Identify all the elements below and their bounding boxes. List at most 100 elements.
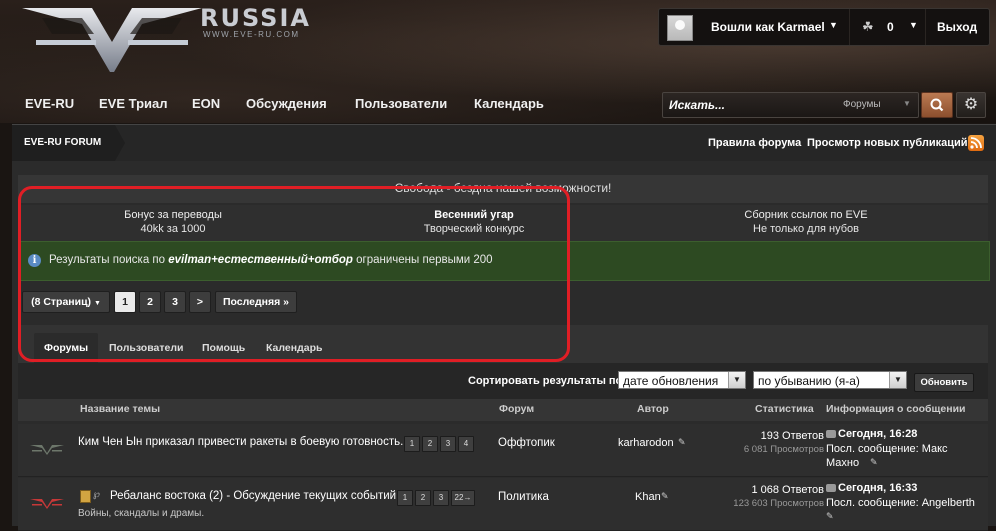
sort-order-select[interactable]: по убыванию (я-а) ▼ xyxy=(753,371,907,389)
topic-page-link[interactable]: 22→ xyxy=(451,490,475,506)
replies-count[interactable]: 1 068 Ответов xyxy=(751,484,824,496)
new-posts-link[interactable]: Просмотр новых публикаций xyxy=(807,137,968,149)
user-bar: Вошли как Karmael ▼ ☘ 0 ▼ Выход xyxy=(658,8,990,46)
table-header: Название темы Форум Автор Статистика Инф… xyxy=(18,399,988,421)
column-header-last-post[interactable]: Информация о сообщении xyxy=(826,403,965,415)
author-link[interactable]: Khan xyxy=(635,491,661,503)
breadcrumb-item-forum[interactable]: EVE-RU FORUM xyxy=(12,125,126,161)
forum-rules-link[interactable]: Правила форума xyxy=(708,137,801,149)
nav-item-calendar[interactable]: Календарь xyxy=(474,96,544,111)
topic-title-link[interactable]: Ким Чен Ын приказал привести ракеты в бо… xyxy=(78,436,403,448)
search-info-box: i Результаты поиска по evilman+естествен… xyxy=(18,241,990,281)
topic-page-link[interactable]: 4 xyxy=(458,436,474,452)
promo-title: Бонус за переводы xyxy=(124,209,222,221)
rss-icon[interactable] xyxy=(968,135,984,151)
comment-icon xyxy=(826,430,836,438)
pencil-icon: ✎ xyxy=(826,511,834,521)
last-post-by[interactable]: Посл. сообщение: Angelberth xyxy=(826,497,975,509)
info-icon: i xyxy=(28,254,41,267)
last-post-by-cont[interactable]: Махно xyxy=(826,457,859,469)
column-header-forum[interactable]: Форум xyxy=(499,403,534,415)
tab-users[interactable]: Пользователи xyxy=(109,333,183,363)
last-post-by[interactable]: Посл. сообщение: Макс xyxy=(826,443,948,455)
topic-page-link[interactable]: 3 xyxy=(440,436,456,452)
table-row[interactable]: ℘ Ребаланс востока (2) - Обсуждение теку… xyxy=(18,478,988,531)
site-header: RUSSIA WWW.EVE-RU.COM Вошли как Karmael … xyxy=(0,0,996,123)
search-info-text: Результаты поиска по evilman+естественны… xyxy=(49,254,493,266)
last-post-time[interactable]: Сегодня, 16:28 xyxy=(826,428,917,440)
promo-title: Сборник ссылок по EVE xyxy=(744,209,868,221)
avatar[interactable] xyxy=(667,15,693,41)
last-post-time-text: Сегодня, 16:28 xyxy=(838,428,918,440)
nav-item-users[interactable]: Пользователи xyxy=(355,96,447,111)
column-header-stats[interactable]: Статистика xyxy=(755,403,814,415)
topic-title-link[interactable]: Ребаланс востока (2) - Обсуждение текущи… xyxy=(110,490,396,502)
search-button[interactable] xyxy=(921,92,953,118)
forum-link[interactable]: Политика xyxy=(498,491,549,503)
comment-icon xyxy=(826,484,836,492)
promo-subtitle: Не только для нубов xyxy=(753,223,859,235)
views-count: 123 603 Просмотров xyxy=(733,498,824,509)
topic-description: Войны, скандалы и драмы. xyxy=(78,508,205,519)
topic-page-link[interactable]: 2 xyxy=(422,436,438,452)
topic-status-icon xyxy=(30,499,64,509)
topic-page-link[interactable]: 3 xyxy=(433,490,449,506)
info-prefix: Результаты поиска по xyxy=(49,254,166,266)
info-suffix: ограничены первыми 200 xyxy=(356,254,493,266)
topic-page-link[interactable]: 1 xyxy=(404,436,420,452)
topic-status-icon xyxy=(30,445,64,455)
logout-link[interactable]: Выход xyxy=(937,20,977,34)
promo-translation-bonus[interactable]: Бонус за переводы 40kk за 1000 xyxy=(23,208,323,236)
chevron-down-icon: ▼ xyxy=(889,372,906,388)
pencil-icon: ✎ xyxy=(661,491,669,501)
column-header-topic[interactable]: Название темы xyxy=(80,403,160,415)
settings-button[interactable]: ⚙ xyxy=(956,92,986,118)
nav-item-eon[interactable]: EON xyxy=(192,96,220,111)
page-2-button[interactable]: 2 xyxy=(139,291,161,313)
search-input[interactable]: Искать... xyxy=(669,98,725,112)
last-post-time[interactable]: Сегодня, 16:33 xyxy=(826,482,917,494)
page-jump-select[interactable]: (8 Страниц) ▼ xyxy=(22,291,110,313)
last-page-button[interactable]: Последняя » xyxy=(215,291,297,313)
replies-count[interactable]: 193 Ответов xyxy=(761,430,824,442)
divider xyxy=(925,9,926,45)
eve-logo[interactable] xyxy=(22,2,202,74)
tab-help[interactable]: Помощь xyxy=(202,333,245,363)
logo-russia-text: RUSSIA xyxy=(200,4,311,32)
user-menu-label[interactable]: Вошли как Karmael xyxy=(711,20,825,34)
nav-item-discussions[interactable]: Обсуждения xyxy=(246,96,327,111)
tab-calendar[interactable]: Календарь xyxy=(266,333,322,363)
logo-url-text: WWW.EVE-RU.COM xyxy=(203,30,300,39)
alert-icon[interactable]: ☘ xyxy=(862,19,874,35)
author-link[interactable]: karharodon xyxy=(618,437,674,449)
sort-field-value: дате обновления xyxy=(623,374,719,388)
next-page-button[interactable]: > xyxy=(189,291,211,313)
chevron-down-icon[interactable]: ▼ xyxy=(903,99,911,108)
forum-link[interactable]: Оффтопик xyxy=(498,437,555,449)
sort-field-select[interactable]: дате обновления ▼ xyxy=(618,371,746,389)
promo-spring-contest[interactable]: Весенний угар Творческий конкурс xyxy=(324,208,624,236)
promo-title: Весенний угар xyxy=(434,209,514,221)
alert-count[interactable]: 0 xyxy=(887,20,894,34)
topic-page-link[interactable]: 1 xyxy=(397,490,413,506)
update-button[interactable]: Обновить xyxy=(914,373,974,392)
topic-page-link[interactable]: 2 xyxy=(415,490,431,506)
sort-order-value: по убыванию (я-а) xyxy=(758,374,860,388)
forum-panel: EVE-RU FORUM Правила форума Просмотр нов… xyxy=(12,124,996,531)
search-scope-select[interactable]: Форумы xyxy=(843,99,881,110)
pages-label: (8 Страниц) xyxy=(31,296,92,308)
nav-item-eve-ru[interactable]: EVE-RU xyxy=(25,96,74,111)
search-icon xyxy=(930,98,944,112)
promo-eve-links[interactable]: Сборник ссылок по EVE Не только для нубо… xyxy=(656,208,956,236)
chevron-down-icon: ▼ xyxy=(728,372,745,388)
nav-item-eve-trial[interactable]: EVE Триал xyxy=(99,96,168,111)
chevron-down-icon[interactable]: ▼ xyxy=(829,20,838,30)
page-1-button[interactable]: 1 xyxy=(114,291,136,313)
pencil-icon: ✎ xyxy=(870,457,878,467)
search-field[interactable]: Искать... Форумы ▼ xyxy=(662,92,919,118)
tab-forums[interactable]: Форумы xyxy=(34,333,99,363)
page-3-button[interactable]: 3 xyxy=(164,291,186,313)
column-header-author[interactable]: Автор xyxy=(637,403,669,415)
chevron-down-icon[interactable]: ▼ xyxy=(909,20,918,30)
table-row[interactable]: Ким Чен Ын приказал привести ракеты в бо… xyxy=(18,424,988,477)
